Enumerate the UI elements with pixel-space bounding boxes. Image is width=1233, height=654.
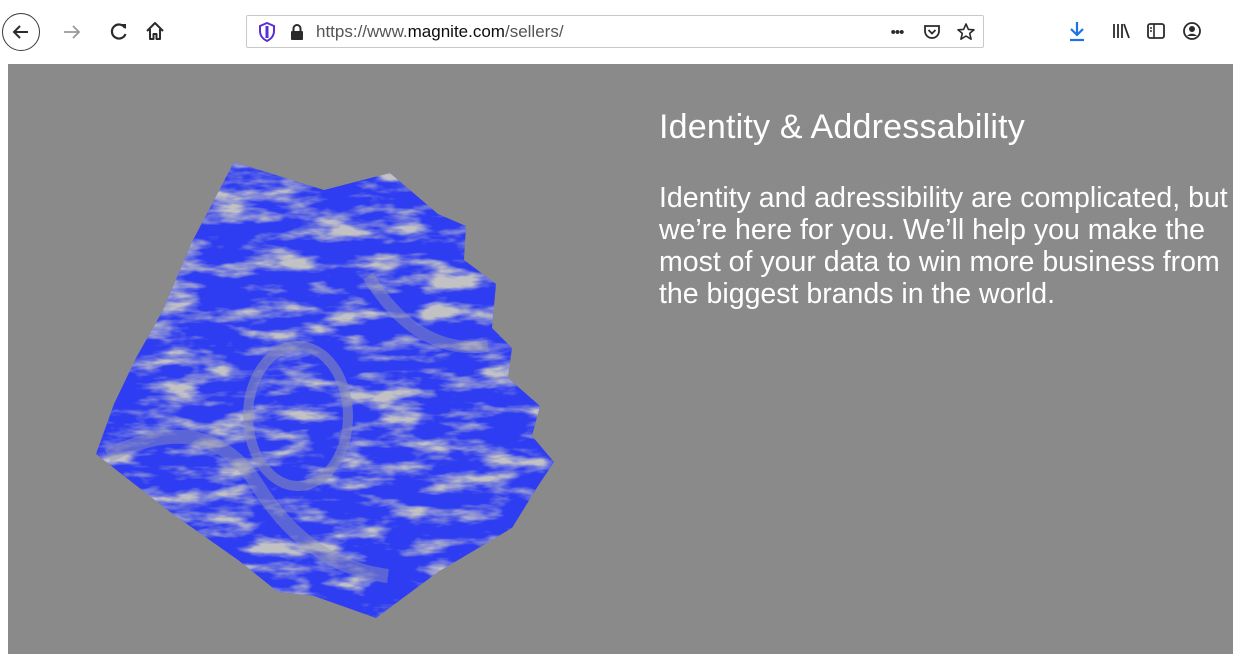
home-icon [146, 22, 164, 40]
account-button[interactable] [1178, 17, 1206, 45]
downloads-button[interactable] [1063, 17, 1091, 45]
account-icon [1183, 22, 1201, 40]
bookmark-star-button[interactable] [953, 20, 979, 44]
page-actions-menu-button[interactable]: ••• [883, 20, 911, 44]
back-icon [12, 25, 28, 39]
overflow-menu-glyph: ••• [890, 23, 905, 41]
library-icon [1113, 23, 1130, 39]
lock-icon [291, 24, 303, 40]
pocket-icon [924, 25, 940, 39]
reload-icon [110, 23, 127, 40]
shield-icon [259, 22, 275, 42]
url-text: https://www.magnite.com/sellers/ [316, 16, 564, 47]
url-host: magnite.com [407, 22, 505, 41]
address-bar[interactable]: https://www.magnite.com/sellers/ ••• [246, 15, 984, 48]
home-button[interactable] [141, 17, 169, 45]
sidebar-icon [1147, 23, 1165, 39]
tracking-protection-button[interactable] [255, 20, 279, 44]
reload-button[interactable] [105, 17, 133, 45]
forward-button[interactable] [58, 18, 86, 46]
section-description: Identity and adressibility are complicat… [659, 182, 1228, 310]
url-prefix: https://www. [316, 22, 408, 41]
sidebar-button[interactable] [1142, 17, 1170, 45]
star-icon [957, 23, 975, 40]
globe-graphic [96, 162, 554, 618]
browser-toolbar: https://www.magnite.com/sellers/ ••• [0, 0, 1233, 64]
forward-icon [64, 25, 81, 39]
url-path: /sellers/ [504, 22, 564, 41]
download-icon [1070, 22, 1084, 42]
site-info-button[interactable] [287, 21, 307, 43]
page-content: Identity & Addressability Identity and a… [8, 64, 1233, 654]
pocket-button[interactable] [919, 20, 945, 44]
back-button[interactable] [2, 13, 40, 51]
section-heading: Identity & Addressability [659, 108, 1025, 146]
library-button[interactable] [1107, 17, 1135, 45]
